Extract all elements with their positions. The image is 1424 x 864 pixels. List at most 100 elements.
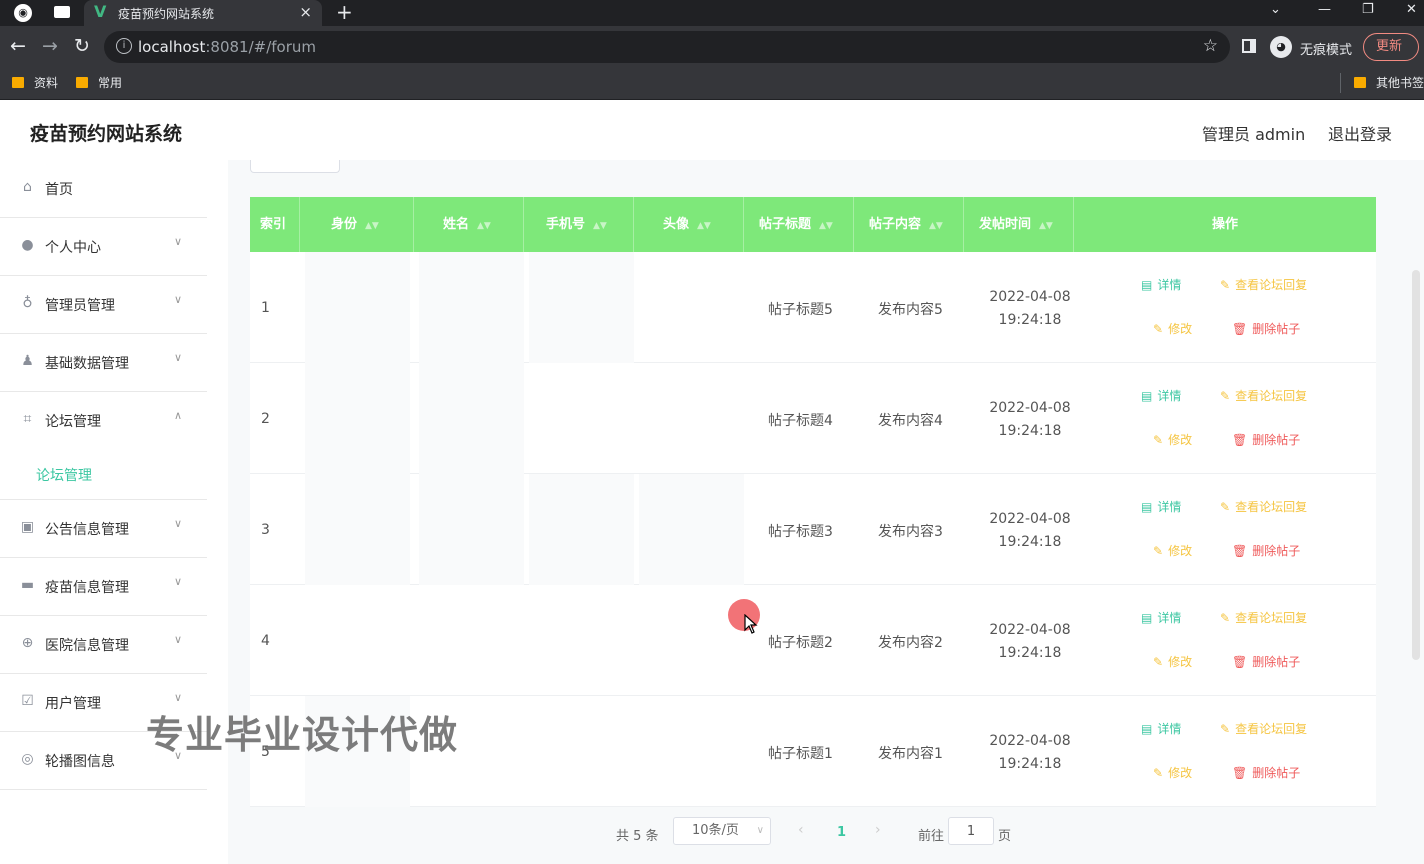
column-header-post-title[interactable]: 帖子标题 ▲▼: [744, 197, 854, 252]
detail-button[interactable]: ▤ 详情: [1141, 720, 1181, 737]
pencil-icon: ✎: [1220, 389, 1231, 403]
minimize-icon[interactable]: —: [1318, 2, 1331, 17]
prev-page-button[interactable]: ‹: [798, 822, 804, 838]
edit-button[interactable]: ✎ 修改: [1153, 764, 1192, 781]
window-icon[interactable]: [54, 6, 70, 18]
pencil-icon: ✎: [1153, 433, 1164, 447]
column-header-identity[interactable]: 身份 ▲▼: [300, 197, 414, 252]
restore-icon[interactable]: ❐: [1362, 2, 1374, 17]
sidebar-item-vaccine[interactable]: ▬ 疫苗信息管理 ∨: [0, 558, 207, 616]
cell-post-time: 2022-04-08 19:24:18: [989, 289, 1071, 328]
cell-post-content: 发布内容3: [878, 524, 943, 540]
cell-post-title: 帖子标题1: [768, 746, 833, 762]
sort-icon[interactable]: ▲▼: [365, 199, 379, 254]
detail-button[interactable]: ▤ 详情: [1141, 276, 1181, 293]
incognito-icon[interactable]: ◕: [1270, 36, 1292, 58]
page-number-button[interactable]: 1: [837, 825, 846, 840]
delete-button[interactable]: 🗑 删除帖子: [1232, 764, 1300, 781]
column-header-name[interactable]: 姓名 ▲▼: [414, 197, 524, 252]
current-user-label: 管理员 admin: [1202, 125, 1306, 144]
view-replies-button[interactable]: ✎ 查看论坛回复: [1220, 276, 1307, 293]
sidebar-item-base-data[interactable]: ♟ 基础数据管理 ∨: [0, 334, 207, 392]
sort-icon[interactable]: ▲▼: [819, 199, 833, 254]
incognito-label[interactable]: 无痕模式: [1300, 39, 1352, 58]
sidebar-item-label: 疫苗信息管理: [45, 580, 129, 596]
sort-icon[interactable]: ▲▼: [1039, 199, 1053, 254]
column-header-phone[interactable]: 手机号 ▲▼: [524, 197, 634, 252]
new-tab-icon[interactable]: +: [336, 0, 353, 24]
browser-tab[interactable]: V 疫苗预约网站系统 ×: [84, 0, 322, 26]
document-icon: ▤: [1141, 722, 1153, 736]
goto-label: 前往: [918, 829, 945, 844]
delete-button[interactable]: 🗑 删除帖子: [1232, 320, 1300, 337]
view-replies-button[interactable]: ✎ 查看论坛回复: [1220, 720, 1307, 737]
chevron-down-icon: ∨: [174, 351, 183, 364]
url-field[interactable]: i localhost:8081/#/forum ☆: [104, 31, 1230, 63]
detail-button[interactable]: ▤ 详情: [1141, 387, 1181, 404]
edit-button[interactable]: ✎ 修改: [1153, 653, 1192, 670]
sidebar-item-notice[interactable]: ▣ 公告信息管理 ∨: [0, 500, 207, 558]
edit-button[interactable]: ✎ 修改: [1153, 542, 1192, 559]
bookmark-star-icon[interactable]: ☆: [1203, 36, 1218, 56]
table-row: 2 帖子标题4 发布内容4 2022-04-08 19:24:18 ▤ 详情 ✎ 查看…: [250, 363, 1376, 474]
detail-button[interactable]: ▤ 详情: [1141, 498, 1181, 515]
view-replies-button[interactable]: ✎ 查看论坛回复: [1220, 609, 1307, 626]
bookmark-folder[interactable]: 常用: [76, 74, 122, 91]
empty-cell: [529, 474, 634, 585]
sort-icon[interactable]: ▲▼: [477, 199, 491, 254]
sort-icon[interactable]: ▲▼: [697, 199, 711, 254]
close-tab-icon[interactable]: ×: [299, 3, 312, 21]
reload-icon[interactable]: ↻: [74, 35, 90, 57]
info-icon[interactable]: i: [116, 38, 132, 54]
back-icon[interactable]: ←: [10, 35, 26, 57]
sidebar-item-home[interactable]: ⌂ 首页: [0, 160, 207, 218]
globe-icon[interactable]: ◉: [14, 4, 32, 22]
sidebar-subitem-forum[interactable]: 论坛管理: [0, 450, 207, 500]
app-header: 疫苗预约网站系统 管理员 admin 退出登录: [0, 100, 1424, 160]
pencil-icon: ✎: [1220, 611, 1231, 625]
sidebar-item-label: 公告信息管理: [45, 522, 129, 538]
edit-button[interactable]: ✎ 修改: [1153, 431, 1192, 448]
cell-post-time: 2022-04-08 19:24:18: [989, 400, 1071, 439]
delete-button[interactable]: 🗑 删除帖子: [1232, 431, 1300, 448]
tab-search-icon[interactable]: ⌄: [1270, 2, 1281, 17]
cell-post-content: 发布内容5: [878, 302, 943, 318]
detail-button[interactable]: ▤ 详情: [1141, 609, 1181, 626]
forward-icon[interactable]: →: [42, 35, 58, 57]
column-header-post-content[interactable]: 帖子内容 ▲▼: [854, 197, 964, 252]
sidebar-item-admin[interactable]: ♁ 管理员管理 ∨: [0, 276, 207, 334]
trash-icon: 🗑: [1232, 433, 1248, 447]
update-button[interactable]: 更新: [1363, 33, 1419, 61]
side-panel-icon[interactable]: [1242, 39, 1256, 53]
sort-icon[interactable]: ▲▼: [593, 199, 607, 254]
goto-page-input[interactable]: [948, 817, 994, 845]
bookmarks-bar: 资料 常用 其他书签: [0, 68, 1424, 100]
column-header-avatar[interactable]: 头像 ▲▼: [634, 197, 744, 252]
sidebar-item-label: 基础数据管理: [45, 356, 129, 372]
app-title: 疫苗预约网站系统: [30, 123, 183, 145]
sidebar-item-label: 管理员管理: [45, 298, 115, 314]
cell-post-title: 帖子标题5: [768, 302, 833, 318]
sidebar-item-hospital[interactable]: ⊕ 医院信息管理 ∨: [0, 616, 207, 674]
next-page-button[interactable]: ›: [875, 822, 881, 838]
column-header-post-time[interactable]: 发帖时间 ▲▼: [964, 197, 1074, 252]
empty-cell: [305, 363, 410, 474]
toolbar-button[interactable]: [250, 160, 340, 173]
bookmark-folder[interactable]: 资料: [12, 74, 58, 91]
page-size-select[interactable]: 10条/页 ∨: [673, 817, 771, 845]
delete-button[interactable]: 🗑 删除帖子: [1232, 653, 1300, 670]
sidebar-item-label: 轮播图信息: [45, 754, 115, 770]
cell-post-time: 2022-04-08 19:24:18: [989, 511, 1071, 550]
sidebar-item-profile[interactable]: ● 个人中心 ∨: [0, 218, 207, 276]
close-window-icon[interactable]: ✕: [1406, 2, 1417, 17]
logout-link[interactable]: 退出登录: [1328, 121, 1392, 145]
trash-icon: 🗑: [1232, 544, 1248, 558]
scrollbar[interactable]: [1412, 270, 1420, 660]
view-replies-button[interactable]: ✎ 查看论坛回复: [1220, 387, 1307, 404]
edit-button[interactable]: ✎ 修改: [1153, 320, 1192, 337]
other-bookmarks[interactable]: 其他书签: [1354, 74, 1424, 91]
delete-button[interactable]: 🗑 删除帖子: [1232, 542, 1300, 559]
sort-icon[interactable]: ▲▼: [929, 199, 943, 254]
view-replies-button[interactable]: ✎ 查看论坛回复: [1220, 498, 1307, 515]
sidebar-item-forum[interactable]: ⌗ 论坛管理 ∧: [0, 392, 207, 450]
